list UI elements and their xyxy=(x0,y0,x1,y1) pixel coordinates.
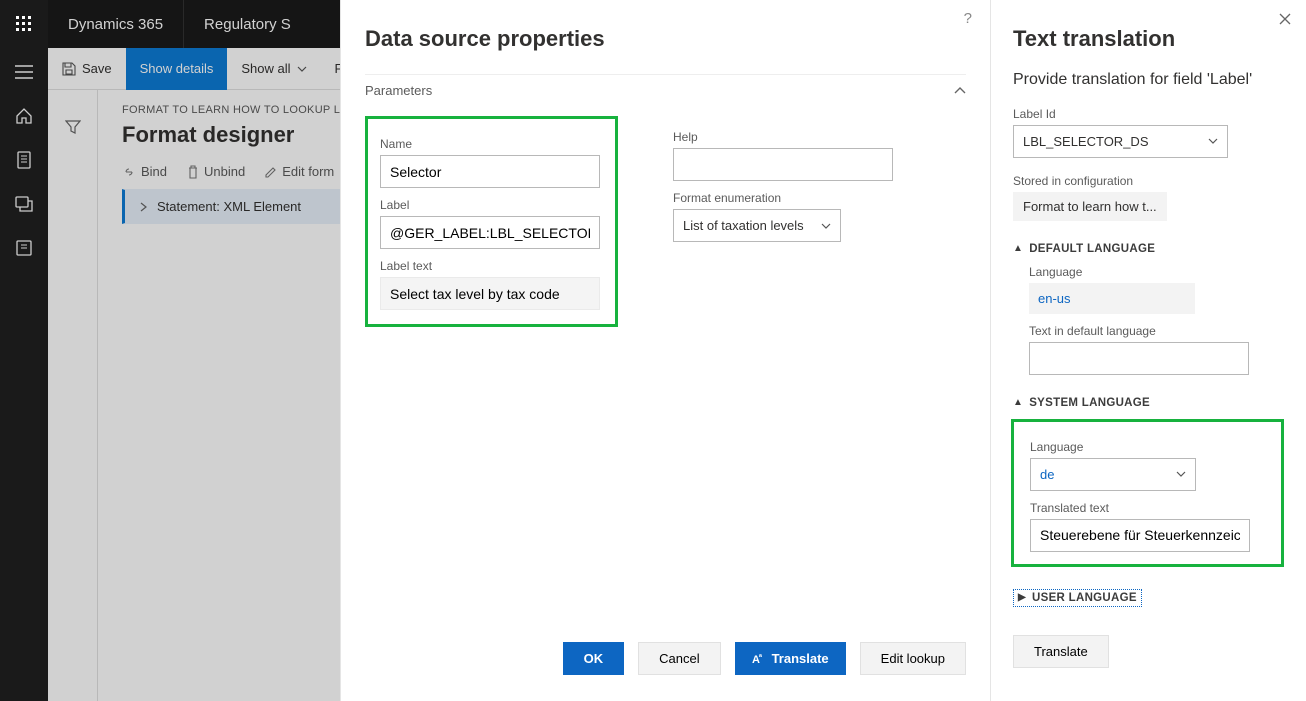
highlight-box-system-language: Language de Translated text xyxy=(1011,419,1284,567)
hamburger-icon xyxy=(15,65,33,79)
close-button[interactable] xyxy=(1278,12,1292,26)
translate-button[interactable]: Aᵃ Translate xyxy=(735,642,846,675)
system-lang-label: Language xyxy=(1030,440,1271,454)
nav-hamburger-button[interactable] xyxy=(0,52,48,92)
link-icon xyxy=(122,166,136,178)
close-icon xyxy=(1278,12,1292,26)
highlight-box-left: Name Label Label text xyxy=(365,116,618,327)
label-field-label: Label xyxy=(380,198,603,212)
product-name: Dynamics 365 xyxy=(48,16,183,33)
default-text-label: Text in default language xyxy=(1029,324,1284,338)
default-lang-label: Language xyxy=(1029,265,1284,279)
default-language-header[interactable]: ▲ DEFAULT LANGUAGE xyxy=(1013,243,1284,255)
edit-label: Edit form xyxy=(282,164,334,179)
dialog-button-row: OK Cancel Aᵃ Translate Edit lookup xyxy=(365,642,966,675)
save-button[interactable]: Save xyxy=(48,48,126,90)
caret-right-icon: ▶ xyxy=(1018,592,1026,603)
chevron-down-icon xyxy=(1176,471,1186,477)
show-details-label: Show details xyxy=(140,61,214,76)
modules-icon xyxy=(16,240,32,256)
show-details-button[interactable]: Show details xyxy=(126,48,228,90)
label-input[interactable] xyxy=(380,216,600,249)
chevron-up-icon xyxy=(954,87,966,95)
waffle-icon xyxy=(16,16,32,32)
cancel-button[interactable]: Cancel xyxy=(638,642,720,675)
translate-icon: Aᵃ xyxy=(752,652,766,666)
default-language-header-text: DEFAULT LANGUAGE xyxy=(1029,243,1155,255)
expand-caret-icon[interactable] xyxy=(139,202,147,212)
caret-down-icon: ▲ xyxy=(1013,243,1023,254)
name-input[interactable] xyxy=(380,155,600,188)
tree-row-label: Statement: XML Element xyxy=(157,199,301,214)
edit-formula-button[interactable]: Edit form xyxy=(265,164,334,179)
edit-icon xyxy=(265,166,277,178)
unbind-label: Unbind xyxy=(204,164,245,179)
svg-text:ᵃ: ᵃ xyxy=(759,652,762,661)
system-language-header-text: SYSTEM LANGUAGE xyxy=(1029,397,1150,409)
translated-text-input[interactable] xyxy=(1030,519,1250,552)
bind-button[interactable]: Bind xyxy=(122,164,167,179)
labelid-select[interactable]: LBL_SELECTOR_DS xyxy=(1013,125,1228,158)
chevron-down-icon xyxy=(821,223,831,229)
filter-button[interactable] xyxy=(65,120,81,134)
dialog-title: Data source properties xyxy=(365,26,966,52)
text-translation-panel: Text translation Provide translation for… xyxy=(990,0,1306,701)
system-language-header[interactable]: ▲ SYSTEM LANGUAGE xyxy=(1013,397,1284,409)
default-text-input[interactable] xyxy=(1029,342,1249,375)
name-field-label: Name xyxy=(380,137,603,151)
format-enum-select[interactable]: List of taxation levels xyxy=(673,209,841,242)
app-name: Regulatory S xyxy=(184,16,311,33)
translation-subtitle: Provide translation for field 'Label' xyxy=(1013,70,1284,91)
trash-icon xyxy=(187,165,199,179)
edit-lookup-button[interactable]: Edit lookup xyxy=(860,642,966,675)
labeltext-readonly xyxy=(380,277,600,310)
bind-label: Bind xyxy=(141,164,167,179)
panel-translate-button[interactable]: Translate xyxy=(1013,635,1109,668)
translate-label: Translate xyxy=(772,651,829,666)
user-language-header-text: USER LANGUAGE xyxy=(1032,592,1137,604)
system-lang-select[interactable]: de xyxy=(1030,458,1196,491)
labeltext-field-label: Label text xyxy=(380,259,603,273)
app-launcher-button[interactable] xyxy=(0,0,48,48)
parameters-section-header[interactable]: Parameters xyxy=(365,74,966,98)
labelid-value: LBL_SELECTOR_DS xyxy=(1023,134,1149,149)
translated-text-label: Translated text xyxy=(1030,501,1271,515)
format-enum-label: Format enumeration xyxy=(673,191,895,205)
workspace-icon xyxy=(15,196,33,212)
home-icon xyxy=(15,107,33,125)
nav-recent-button[interactable] xyxy=(0,140,48,180)
ok-button[interactable]: OK xyxy=(563,642,625,675)
save-icon xyxy=(62,62,76,76)
unbind-button[interactable]: Unbind xyxy=(187,164,245,179)
stored-label: Stored in configuration xyxy=(1013,174,1284,188)
system-lang-value: de xyxy=(1040,467,1054,482)
translation-title: Text translation xyxy=(1013,26,1284,52)
help-button[interactable]: ? xyxy=(964,10,972,27)
help-input[interactable] xyxy=(673,148,893,181)
nav-workspaces-button[interactable] xyxy=(0,184,48,224)
show-all-button[interactable]: Show all xyxy=(227,48,320,90)
chevron-down-icon xyxy=(1208,138,1218,144)
parameters-section-title: Parameters xyxy=(365,83,432,98)
save-label: Save xyxy=(82,61,112,76)
nav-home-button[interactable] xyxy=(0,96,48,136)
show-all-label: Show all xyxy=(241,61,290,76)
help-field-label: Help xyxy=(673,130,895,144)
chevron-down-icon xyxy=(297,66,307,72)
filter-icon xyxy=(65,120,81,134)
caret-down-icon: ▲ xyxy=(1013,397,1023,408)
nav-modules-button[interactable] xyxy=(0,228,48,268)
data-source-properties-dialog: ? Data source properties Parameters Name… xyxy=(340,0,990,701)
user-language-header[interactable]: ▶ USER LANGUAGE xyxy=(1013,589,1142,607)
document-icon xyxy=(16,151,32,169)
left-nav-rail xyxy=(0,48,48,701)
stored-configuration[interactable]: Format to learn how t... xyxy=(1013,192,1167,221)
filter-column xyxy=(48,90,98,701)
format-enum-value: List of taxation levels xyxy=(683,218,804,233)
labelid-label: Label Id xyxy=(1013,107,1284,121)
default-lang-value: en-us xyxy=(1029,283,1195,314)
